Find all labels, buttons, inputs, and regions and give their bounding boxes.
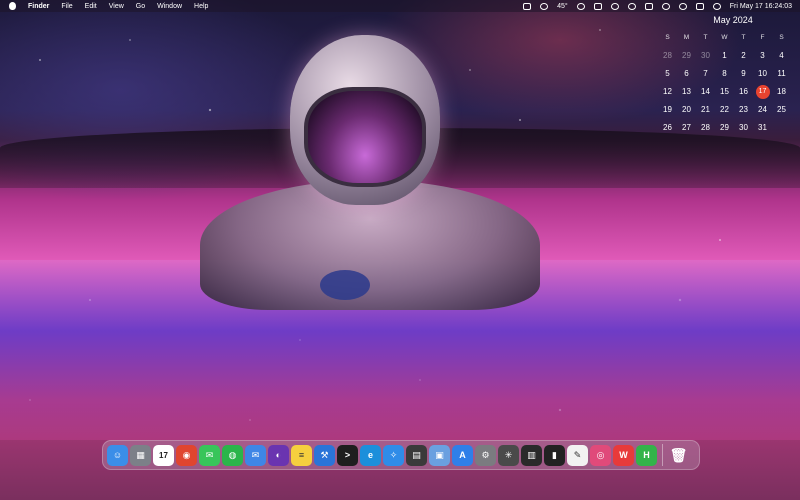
calendar-day: 27: [682, 123, 691, 132]
screen-icon[interactable]: [523, 2, 532, 10]
dock-app-store-icon[interactable]: A: [452, 444, 473, 466]
dock-calendar-day: 17: [159, 450, 168, 460]
calendar-day: 23: [739, 105, 748, 114]
calendar-day: 3: [760, 51, 765, 60]
calendar-day: 16: [739, 87, 748, 96]
menu-help[interactable]: Help: [194, 3, 208, 10]
dock-github-icon[interactable]: ◐: [268, 444, 289, 466]
calendar-day: 11: [777, 69, 786, 78]
calendar-grid: S M T W T F S 28 29 30 1 2 3 4 5 6 7 8 9…: [658, 31, 800, 135]
dock: ☺ ▦ 17 ◉ ✉ ◍ ✉ ◐ ≡ ⚒ > e ✧ ▤ ▣ A ⚙ ✳ ▥ ▮ ✎ ◎ W H 🗑: [102, 440, 700, 470]
calendar-day: 22: [720, 105, 729, 114]
menu-window[interactable]: Window: [157, 3, 182, 10]
dock-system-settings-icon[interactable]: ⚙: [475, 444, 496, 466]
calendar-day: 18: [777, 87, 786, 96]
menu-go[interactable]: Go: [136, 3, 145, 10]
dock-chatgpt-icon[interactable]: ✳: [498, 444, 519, 466]
weekday-header: T: [741, 34, 746, 41]
calendar-day: 2: [741, 51, 746, 60]
calendar-day: 13: [682, 87, 691, 96]
astronaut-helmet: [290, 35, 440, 205]
dock-wechat-icon[interactable]: ◍: [222, 444, 243, 466]
calendar-day: 28: [701, 123, 710, 132]
calendar-day: 10: [758, 69, 767, 78]
calendar-day: 4: [779, 51, 784, 60]
calendar-day: 19: [663, 105, 672, 114]
weekday-header: M: [683, 34, 690, 41]
menu-edit[interactable]: Edit: [85, 3, 97, 10]
app-menu-icon[interactable]: [593, 2, 602, 10]
dock-console-icon[interactable]: ▮: [544, 444, 565, 466]
calendar-day: 30: [739, 123, 748, 132]
astronaut-visor: [304, 87, 426, 187]
dock-piano-icon[interactable]: ▥: [521, 444, 542, 466]
calendar-day: 15: [720, 87, 729, 96]
calendar-day-today: 17: [755, 85, 770, 99]
calendar-day: 8: [722, 69, 727, 78]
calendar-month-title: May 2024: [713, 15, 753, 25]
weekday-header: S: [665, 34, 670, 41]
dock-preview-icon[interactable]: ▣: [429, 444, 450, 466]
weekday-header: S: [779, 34, 784, 41]
calendar-widget[interactable]: May 2024 S M T W T F S 28 29 30 1 2 3 4 …: [650, 12, 800, 157]
status-icon[interactable]: [540, 2, 549, 10]
calendar-day: 6: [684, 69, 689, 78]
calendar-day: 20: [682, 105, 691, 114]
apple-menu-icon[interactable]: [9, 2, 16, 10]
calendar-day: 26: [663, 123, 672, 132]
dock-browser-icon[interactable]: ◎: [590, 444, 611, 466]
dock-xcode-icon[interactable]: ⚒: [314, 444, 335, 466]
dock-notes-icon[interactable]: ≡: [291, 444, 312, 466]
spotlight-search-icon[interactable]: [678, 2, 687, 10]
calendar-day: 9: [741, 69, 746, 78]
siri-icon[interactable]: [712, 2, 721, 10]
dock-chrome-icon[interactable]: ◉: [176, 444, 197, 466]
weekday-header: W: [721, 34, 728, 41]
dock-terminal-icon[interactable]: >: [337, 444, 358, 466]
dock-mail-icon[interactable]: ✉: [245, 444, 266, 466]
dock-messages-icon[interactable]: ✉: [199, 444, 220, 466]
calendar-day: [772, 121, 791, 135]
dock-textedit-icon[interactable]: ✎: [567, 444, 588, 466]
dock-wps-icon[interactable]: W: [613, 444, 634, 466]
menu-view[interactable]: View: [109, 3, 124, 10]
dock-calendar-icon[interactable]: 17: [153, 444, 174, 466]
weekday-header: T: [703, 34, 708, 41]
calendar-day: 29: [720, 123, 729, 132]
dock-calculator-icon[interactable]: ▤: [406, 444, 427, 466]
calendar-day: 5: [665, 69, 670, 78]
calendar-day: 1: [722, 51, 727, 60]
calendar-day: 21: [701, 105, 710, 114]
calendar-day: 14: [701, 87, 710, 96]
dock-finder-icon[interactable]: ☺: [107, 444, 128, 466]
calendar-day: 29: [682, 51, 691, 60]
wifi-icon[interactable]: [661, 2, 670, 10]
calendar-day: 31: [758, 123, 767, 132]
control-center-icon[interactable]: [695, 2, 704, 10]
dock-safari-icon[interactable]: ✧: [383, 444, 404, 466]
menu-file[interactable]: File: [61, 3, 72, 10]
dock-trash-icon[interactable]: 🗑: [668, 445, 689, 466]
weather-temperature[interactable]: 45°: [557, 3, 568, 10]
dock-launchpad-icon[interactable]: ▦: [130, 444, 151, 466]
timer-icon[interactable]: [610, 2, 619, 10]
dock-separator: [662, 444, 663, 466]
menu-app-name[interactable]: Finder: [28, 3, 49, 10]
menu-clock[interactable]: Fri May 17 16:24:03: [730, 3, 792, 10]
wallpaper-astronaut: [140, 30, 600, 370]
dock-hbuilder-icon[interactable]: H: [636, 444, 657, 466]
menu-bar: Finder File Edit View Go Window Help 45°…: [0, 0, 800, 12]
calendar-day: 7: [703, 69, 708, 78]
calendar-day: 12: [663, 87, 672, 96]
wechat-menu-icon[interactable]: [576, 2, 585, 10]
calendar-day: 24: [758, 105, 767, 114]
battery-icon[interactable]: [644, 2, 653, 10]
weekday-header: F: [760, 34, 765, 41]
astronaut-logo: [320, 270, 370, 300]
headphones-icon[interactable]: [627, 2, 636, 10]
calendar-day: 30: [701, 51, 710, 60]
dock-edge-icon[interactable]: e: [360, 444, 381, 466]
calendar-day: 25: [777, 105, 786, 114]
calendar-day: 28: [663, 51, 672, 60]
